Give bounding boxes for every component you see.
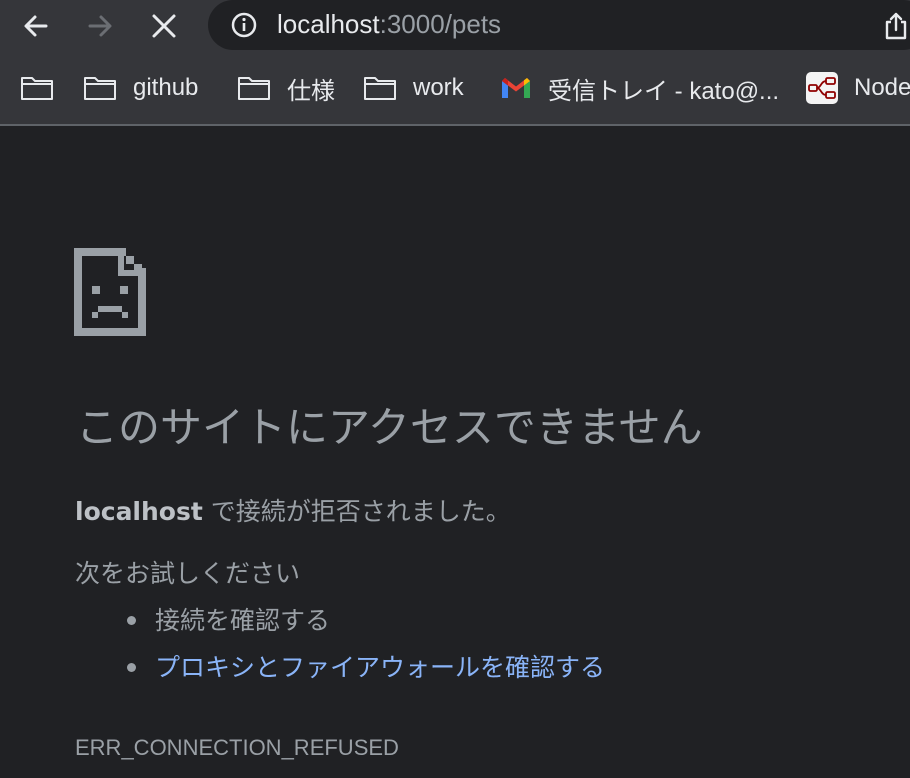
share-icon[interactable]: [880, 10, 910, 42]
try-label: 次をお試しください: [75, 559, 301, 588]
url-path: :3000/pets: [379, 9, 502, 39]
url-host: localhost: [277, 9, 380, 39]
folder-icon: [84, 77, 116, 100]
suggestion-link-text[interactable]: プロキシとファイアウォールを確認する: [155, 653, 605, 682]
forward-arrow-icon: [88, 15, 112, 37]
sad-page-icon: [74, 248, 146, 336]
error-page: このサイトにアクセスできません localhost で接続が拒否されました。 次…: [0, 126, 910, 778]
bullet: [127, 663, 136, 672]
back-button[interactable]: [16, 6, 56, 46]
error-headline: このサイトにアクセスできません: [76, 403, 703, 452]
bookmark-label: Node: [854, 74, 910, 101]
suggestion-text: 接続を確認する: [155, 606, 331, 635]
bookmark-gmail-inbox[interactable]: 受信トレイ - kato@...: [500, 70, 779, 106]
info-icon[interactable]: [230, 11, 258, 39]
error-code: ERR_CONNECTION_REFUSED: [75, 735, 399, 760]
error-reason: で接続が拒否されました。: [202, 497, 511, 526]
folder-icon: [364, 77, 396, 100]
bookmark-folder-work[interactable]: work: [363, 70, 464, 106]
back-arrow-icon: [24, 15, 48, 37]
bullet: [127, 616, 136, 625]
address-bar[interactable]: localhost:3000/pets: [208, 0, 910, 50]
suggestion-check-connection: 接続を確認する: [127, 601, 331, 641]
close-icon: [152, 14, 176, 38]
bookmark-label: github: [133, 74, 199, 101]
folder-icon: [238, 77, 270, 100]
forward-button[interactable]: [80, 6, 120, 46]
suggestion-check-proxy-firewall-link[interactable]: プロキシとファイアウォールを確認する: [127, 648, 605, 688]
bookmark-folder-github[interactable]: github: [83, 70, 198, 106]
browser-toolbar: localhost:3000/pets: [0, 0, 910, 52]
error-host: localhost: [75, 497, 203, 526]
node-red-icon: [806, 72, 838, 104]
stop-loading-button[interactable]: [144, 6, 184, 46]
bookmark-folder-spec[interactable]: 仕様: [237, 70, 335, 106]
gmail-icon: [502, 78, 530, 98]
bookmark-node[interactable]: Node: [806, 70, 910, 106]
bookmarks-bar: github 仕様 work 受信トレイ - kato@... Node: [0, 52, 910, 126]
bookmark-folder-1[interactable]: [20, 70, 54, 106]
folder-icon: [21, 77, 53, 100]
url-text[interactable]: localhost:3000/pets: [277, 7, 501, 41]
bookmark-label: work: [413, 74, 464, 101]
bookmark-label: 仕様: [287, 77, 335, 105]
bookmark-label: 受信トレイ - kato@...: [548, 77, 780, 105]
error-description: localhost で接続が拒否されました。: [75, 492, 511, 532]
